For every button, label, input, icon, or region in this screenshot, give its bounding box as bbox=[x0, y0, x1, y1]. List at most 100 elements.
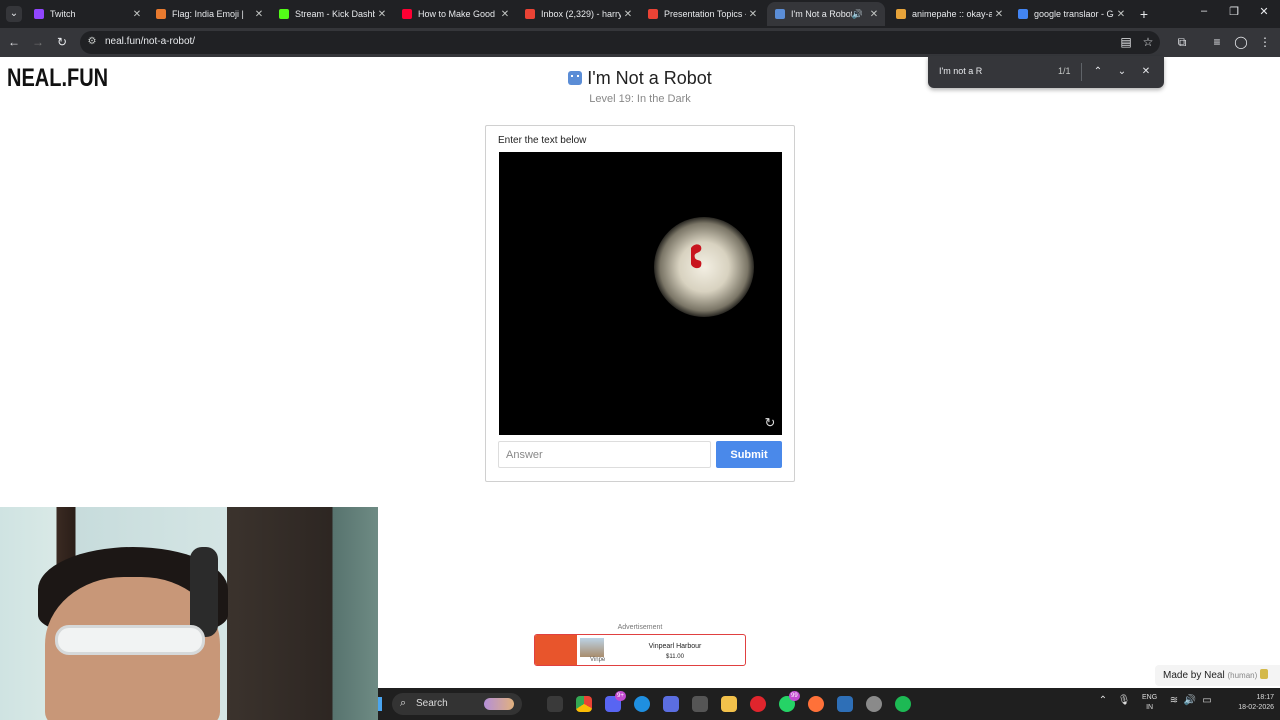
tab-close-icon[interactable]: ✕ bbox=[746, 9, 760, 20]
clock[interactable]: 18:17 18-02-2026 bbox=[1224, 693, 1274, 713]
reader-mode-icon[interactable]: ▤ bbox=[1118, 34, 1134, 50]
tab-strip: ⌄ Twitch ✕ Flag: India Emoji | ✕ Stream - Ki… bbox=[0, 0, 1280, 28]
restore-button[interactable]: ❐ bbox=[1226, 5, 1242, 18]
tab-title: Presentation Topics - bbox=[664, 9, 746, 19]
kebab-menu-icon[interactable]: ⋮ bbox=[1257, 34, 1273, 50]
puzzle-icon[interactable]: ⧉ bbox=[1174, 34, 1190, 50]
microphone-icon[interactable]: 🎙 bbox=[1117, 695, 1131, 706]
start-button[interactable] bbox=[378, 697, 382, 711]
forward-button[interactable]: → bbox=[30, 34, 46, 50]
browser-tab[interactable]: Flag: India Emoji | ✕ bbox=[148, 2, 270, 26]
profile-icon[interactable]: ◯ bbox=[1233, 34, 1249, 50]
find-query[interactable]: I'm not a R bbox=[939, 66, 982, 76]
search-icon: ⌕ bbox=[400, 697, 407, 709]
captcha-instruction: Enter the text below bbox=[498, 135, 587, 146]
trophy-icon bbox=[1260, 669, 1269, 679]
reload-icon: ↻ bbox=[56, 35, 68, 49]
tab-title: animepahe :: okay-a bbox=[912, 9, 992, 19]
submit-button[interactable]: Submit bbox=[716, 441, 782, 468]
tab-audio-icon[interactable]: 🔊 bbox=[852, 9, 863, 20]
chevron-up-icon[interactable]: ⌃ bbox=[1096, 695, 1110, 706]
webcam-glasses bbox=[55, 625, 205, 655]
app-icon-2[interactable] bbox=[837, 696, 853, 712]
minimize-button[interactable]: – bbox=[1196, 5, 1212, 17]
tab-favicon-icon bbox=[34, 9, 44, 19]
close-icon[interactable]: ✕ bbox=[1139, 65, 1153, 79]
back-button[interactable]: ← bbox=[6, 34, 22, 50]
tab-title: I'm Not a Robot bbox=[791, 9, 852, 19]
language-indicator[interactable]: ENG IN bbox=[1142, 693, 1157, 713]
tab-favicon-icon bbox=[279, 9, 289, 19]
tab-close-icon[interactable]: ✕ bbox=[867, 9, 881, 20]
address-bar[interactable]: ⚙ neal.fun/not-a-robot/ ▤ ☆ bbox=[80, 31, 1160, 54]
tab-close-icon[interactable]: ✕ bbox=[375, 9, 389, 20]
app-icon[interactable] bbox=[692, 696, 708, 712]
settings-icon[interactable] bbox=[866, 696, 882, 712]
find-separator bbox=[1081, 63, 1082, 81]
taskbar-search-label: Search bbox=[416, 698, 448, 709]
answer-input[interactable] bbox=[498, 441, 711, 468]
made-by-badge[interactable]: Made by Neal (human) bbox=[1155, 665, 1280, 686]
tab-close-icon[interactable]: ✕ bbox=[498, 9, 512, 20]
store-icon[interactable] bbox=[663, 696, 679, 712]
find-match-count: 1/1 bbox=[1058, 66, 1071, 76]
site-info-icon[interactable]: ⚙ bbox=[86, 36, 98, 48]
reload-button[interactable]: ↻ bbox=[54, 34, 70, 50]
opera-icon[interactable] bbox=[750, 696, 766, 712]
chrome-icon[interactable] bbox=[576, 696, 592, 712]
media-controls-icon[interactable]: ≡ bbox=[1209, 34, 1225, 50]
battery-icon[interactable]: ▭ bbox=[1200, 695, 1214, 706]
webcam-overlay bbox=[0, 507, 378, 720]
ad-thumbnail-caption: Vinpe bbox=[590, 657, 606, 663]
star-icon[interactable]: ☆ bbox=[1140, 34, 1156, 50]
browser-tab[interactable]: How to Make Good I ✕ bbox=[394, 2, 516, 26]
tab-close-icon[interactable]: ✕ bbox=[252, 9, 266, 20]
tab-close-icon[interactable]: ✕ bbox=[621, 9, 635, 20]
tab-close-icon[interactable]: ✕ bbox=[130, 9, 144, 20]
level-subtitle: Level 19: In the Dark bbox=[589, 93, 691, 105]
discord-badge: 9+ bbox=[615, 691, 626, 701]
os-taskbar: ⌕ Search 9+ 99 ⌃ 🎙 ENG IN ≋ 🔊 ▭ 18:17 18… bbox=[378, 688, 1280, 720]
back-arrow-icon: ← bbox=[8, 35, 20, 49]
captcha-image[interactable]: ↻ bbox=[499, 152, 782, 435]
taskbar-search[interactable]: ⌕ Search bbox=[392, 693, 522, 715]
tab-title: Inbox (2,329) - harry bbox=[541, 9, 621, 19]
chevron-down-icon: ⌄ bbox=[9, 8, 19, 19]
tab-search-button[interactable]: ⌄ bbox=[6, 6, 22, 22]
firefox-icon[interactable] bbox=[808, 696, 824, 712]
close-window-button[interactable]: ✕ bbox=[1256, 5, 1272, 18]
tab-title: Stream - Kick Dashbo bbox=[295, 9, 375, 19]
search-highlight-art bbox=[484, 698, 514, 710]
chevron-down-icon[interactable]: ⌄ bbox=[1115, 65, 1129, 79]
volume-icon[interactable]: 🔊 bbox=[1183, 695, 1197, 706]
browser-tab[interactable]: google translaor - Go ✕ bbox=[1010, 2, 1132, 26]
new-tab-button[interactable]: + bbox=[1136, 6, 1152, 22]
refresh-icon[interactable]: ↻ bbox=[763, 416, 777, 430]
browser-tab[interactable]: Presentation Topics - ✕ bbox=[640, 2, 764, 26]
advertisement-banner[interactable]: Vinpe Vinpearl Harbour $11.00 bbox=[534, 634, 746, 666]
browser-tab[interactable]: Inbox (2,329) - harry ✕ bbox=[517, 2, 639, 26]
tab-title: Twitch bbox=[50, 9, 76, 19]
browser-tab[interactable]: Twitch ✕ bbox=[26, 2, 148, 26]
edge-icon[interactable] bbox=[634, 696, 650, 712]
browser-toolbar: ← → ↻ ⚙ neal.fun/not-a-robot/ ▤ ☆ ⧉ ≡ ◯ … bbox=[0, 28, 1280, 57]
folder-icon[interactable] bbox=[721, 696, 737, 712]
whatsapp-badge: 99 bbox=[789, 691, 800, 701]
browser-tab[interactable]: animepahe :: okay-a ✕ bbox=[888, 2, 1010, 26]
browser-tab[interactable]: I'm Not a Robot 🔊 ✕ bbox=[767, 2, 885, 26]
tab-close-icon[interactable]: ✕ bbox=[992, 9, 1006, 20]
tab-favicon-icon bbox=[1018, 9, 1028, 19]
ad-brand-logo bbox=[535, 635, 577, 665]
robot-icon bbox=[568, 71, 583, 85]
spotify-icon[interactable] bbox=[895, 696, 911, 712]
task-view-icon[interactable] bbox=[547, 696, 563, 712]
browser-tab[interactable]: Stream - Kick Dashbo ✕ bbox=[271, 2, 393, 26]
wifi-icon[interactable]: ≋ bbox=[1167, 695, 1181, 706]
chevron-up-icon[interactable]: ⌃ bbox=[1091, 65, 1105, 79]
tab-title: Flag: India Emoji | bbox=[172, 9, 244, 19]
advertisement-label: Advertisement bbox=[617, 624, 663, 631]
ad-title: Vinpearl Harbour bbox=[648, 643, 702, 650]
forward-arrow-icon: → bbox=[32, 35, 44, 49]
made-by-text: Made by Neal bbox=[1163, 670, 1225, 681]
tab-close-icon[interactable]: ✕ bbox=[1114, 9, 1128, 20]
